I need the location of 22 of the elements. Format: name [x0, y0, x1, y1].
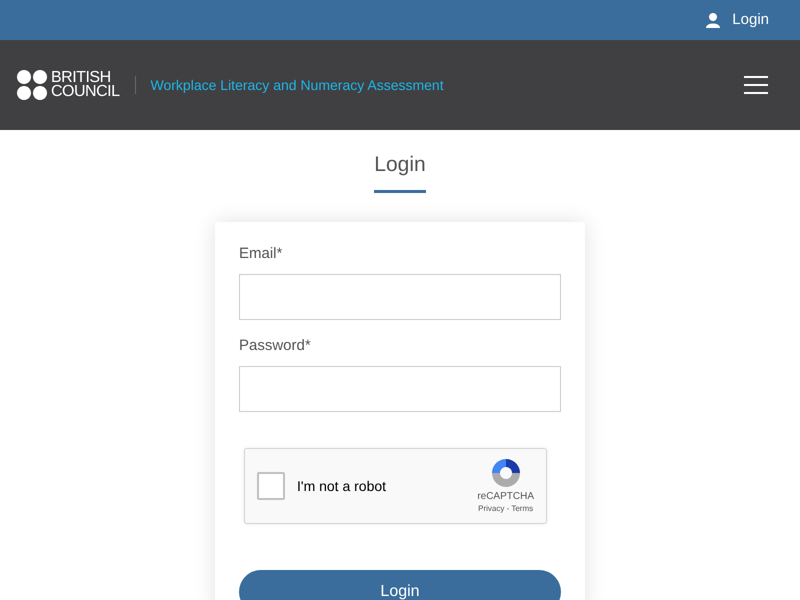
captcha-checkbox[interactable]: [257, 472, 285, 500]
logo-text: COUNCIL: [51, 85, 120, 99]
logo-text: BRITISH: [51, 71, 111, 85]
field-label: Email*: [239, 244, 284, 264]
input-field[interactable]: [239, 274, 561, 320]
app-title: Workplace Literacy and Numeracy Assessment: [150, 76, 444, 95]
recaptcha-logo-icon: [490, 457, 522, 489]
privacy-link[interactable]: Privacy: [478, 504, 504, 513]
page-title: Login: [374, 151, 426, 193]
circles-icon: [17, 70, 47, 100]
recaptcha-brand: reCAPTCHA: [477, 491, 534, 503]
login-link[interactable]: Login: [706, 8, 769, 32]
field-label: Password*: [239, 336, 312, 356]
menu-button[interactable]: [744, 75, 768, 95]
link-separator: -: [506, 504, 510, 513]
logo[interactable]: BRITISH COUNCIL: [17, 70, 120, 100]
menu-icon: [744, 76, 768, 94]
captcha-label: I'm not a robot: [297, 476, 386, 496]
user-icon: [706, 12, 720, 28]
terms-link[interactable]: Terms: [511, 504, 534, 513]
login-button[interactable]: Login: [239, 570, 561, 600]
input-field[interactable]: [239, 366, 561, 412]
